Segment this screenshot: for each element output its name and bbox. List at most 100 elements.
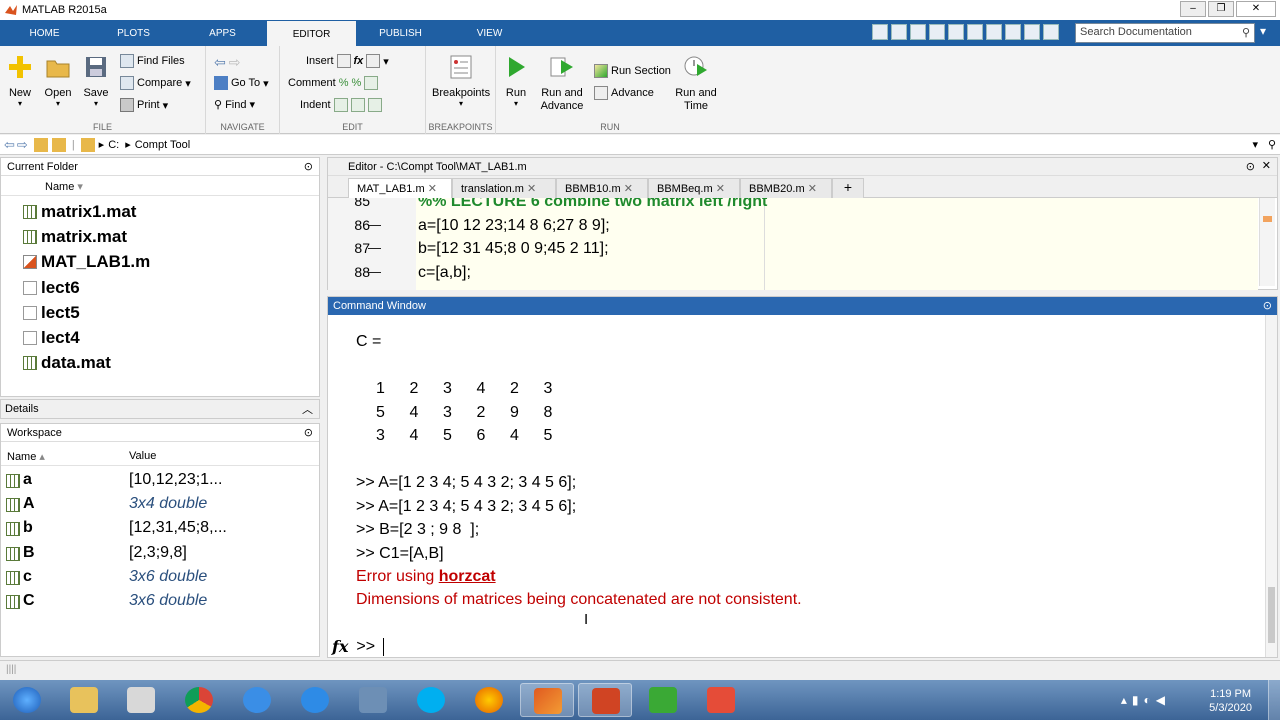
- tab-publish[interactable]: PUBLISH: [356, 20, 445, 46]
- workspace-row[interactable]: A 3x4 double: [1, 495, 319, 519]
- editor-tab[interactable]: translation.m ✕: [452, 178, 556, 198]
- workspace-row[interactable]: B [2,3;9,8]: [1, 544, 319, 568]
- close-editor-icon[interactable]: ✕: [1262, 159, 1271, 172]
- name-column-header[interactable]: Name ▴: [7, 450, 45, 463]
- command-prompt[interactable]: fx >>: [332, 637, 385, 656]
- taskbar-matlab[interactable]: [520, 683, 574, 717]
- comment-icon[interactable]: %: [339, 77, 349, 89]
- taskbar-network[interactable]: [346, 683, 400, 717]
- go-to-button[interactable]: Go To ▾: [214, 76, 269, 90]
- code-line[interactable]: 87— b=[12 31 45;8 0 9;45 2 11];: [328, 240, 1258, 264]
- redo-quick-icon[interactable]: [986, 24, 1002, 40]
- arrow-left-icon[interactable]: ⇦: [214, 54, 226, 71]
- line-number[interactable]: 87: [340, 240, 370, 256]
- open-button[interactable]: Open ▾: [38, 54, 78, 108]
- close-tab-icon[interactable]: ✕: [428, 183, 437, 195]
- insert-button[interactable]: Insert fx ▾: [306, 54, 389, 68]
- paste-quick-icon[interactable]: [948, 24, 964, 40]
- up-folder-icon[interactable]: [33, 137, 48, 152]
- details-panel[interactable]: Details ︿: [0, 399, 320, 419]
- breakpoint-marker[interactable]: —: [368, 240, 381, 255]
- taskbar-search[interactable]: [288, 683, 342, 717]
- search-documentation-input[interactable]: Search Documentation ⚲: [1075, 23, 1255, 43]
- file-item[interactable]: matrix1.mat: [23, 202, 136, 222]
- collapse-details-icon[interactable]: ︿: [302, 401, 313, 417]
- file-item[interactable]: lect5: [23, 303, 80, 323]
- tab-editor[interactable]: EDITOR: [267, 20, 356, 46]
- taskbar-chrome[interactable]: [172, 683, 226, 717]
- fx-button[interactable]: fx: [354, 55, 364, 67]
- command-scrollbar[interactable]: [1265, 315, 1277, 657]
- workspace-row[interactable]: C 3x6 double: [1, 592, 319, 616]
- file-item[interactable]: data.mat: [23, 353, 111, 373]
- line-number[interactable]: 86: [340, 217, 370, 233]
- run-button[interactable]: Run ▾: [496, 54, 536, 108]
- code-line[interactable]: 86— a=[10 12 23;14 8 6;27 8 9];: [328, 217, 1258, 241]
- taskbar-camtasia-green[interactable]: [636, 683, 690, 717]
- panel-menu-icon[interactable]: ⊙: [1246, 160, 1255, 173]
- insert-function-icon[interactable]: [366, 54, 381, 68]
- filter-icon[interactable]: ▾: [1260, 24, 1266, 38]
- close-button[interactable]: ✕: [1236, 1, 1276, 17]
- run-section-button[interactable]: Run Section: [594, 64, 671, 78]
- editor-tab[interactable]: BBMBeq.m ✕: [648, 178, 740, 198]
- search-icon[interactable]: ⚲: [1242, 26, 1250, 39]
- tab-plots[interactable]: PLOTS: [89, 20, 178, 46]
- comment-button[interactable]: Comment%%: [288, 76, 379, 90]
- horzcat-link[interactable]: horzcat: [439, 568, 496, 585]
- tab-view[interactable]: VIEW: [445, 20, 534, 46]
- restore-button[interactable]: ❐: [1208, 1, 1234, 17]
- code-area[interactable]: 85 %% LECTURE 6 combine two matrix left /…: [328, 198, 1258, 290]
- browse-folder-icon[interactable]: [51, 137, 66, 152]
- decrease-indent-icon[interactable]: [367, 98, 382, 112]
- breakpoint-marker[interactable]: —: [368, 217, 381, 232]
- copy-quick-icon[interactable]: [929, 24, 945, 40]
- new-tab-button[interactable]: +: [832, 178, 864, 198]
- advance-button[interactable]: Advance: [594, 86, 654, 100]
- file-item[interactable]: lect6: [23, 278, 80, 298]
- taskbar-powerpoint[interactable]: [578, 683, 632, 717]
- value-column-header[interactable]: Value: [129, 450, 156, 462]
- print-button[interactable]: Print ▾: [120, 98, 168, 112]
- tab-home[interactable]: HOME: [0, 20, 89, 46]
- code-line[interactable]: 85 %% LECTURE 6 combine two matrix left /…: [328, 198, 1258, 217]
- cut-quick-icon[interactable]: [910, 24, 926, 40]
- tab-apps[interactable]: APPS: [178, 20, 267, 46]
- path-folder[interactable]: Compt Tool: [135, 139, 190, 151]
- taskbar-firefox[interactable]: [462, 683, 516, 717]
- minimize-button[interactable]: –: [1180, 1, 1206, 17]
- switch-windows-icon[interactable]: [1005, 24, 1021, 40]
- find-files-button[interactable]: Find Files: [120, 54, 185, 68]
- close-tab-icon[interactable]: ✕: [808, 183, 817, 195]
- indent-button[interactable]: Indent: [300, 98, 382, 112]
- editor-tab[interactable]: BBMB20.m ✕: [740, 178, 832, 198]
- close-tab-icon[interactable]: ✕: [527, 183, 536, 195]
- forward-icon[interactable]: ⇨: [17, 137, 28, 153]
- workspace-row[interactable]: c 3x6 double: [1, 568, 319, 592]
- file-item[interactable]: MAT_LAB1.m: [23, 252, 150, 272]
- save-quick-icon[interactable]: [891, 24, 907, 40]
- new-button[interactable]: New ▾: [0, 54, 40, 108]
- arrow-right-icon[interactable]: ⇨: [229, 54, 241, 71]
- quick-access-icon[interactable]: [872, 24, 888, 40]
- close-tab-icon[interactable]: ✕: [716, 183, 725, 195]
- undo-quick-icon[interactable]: [967, 24, 983, 40]
- taskbar-media[interactable]: [114, 683, 168, 717]
- uncomment-icon[interactable]: %: [351, 77, 361, 89]
- scroll-thumb[interactable]: [1268, 587, 1275, 643]
- taskbar-clock[interactable]: 1:19 PM 5/3/2020: [1209, 687, 1252, 715]
- panel-menu-icon[interactable]: ⊙: [304, 426, 313, 439]
- taskbar-ie[interactable]: [230, 683, 284, 717]
- help-quick-icon[interactable]: [1024, 24, 1040, 40]
- start-button[interactable]: [0, 683, 54, 717]
- panel-menu-icon[interactable]: ⊙: [1263, 299, 1272, 312]
- path-dropdown-icon[interactable]: ▾: [1252, 138, 1258, 151]
- close-tab-icon[interactable]: ✕: [624, 183, 633, 195]
- code-line[interactable]: 88— c=[a,b];: [328, 264, 1258, 288]
- run-and-advance-button[interactable]: Run and Advance: [538, 54, 586, 113]
- run-and-time-button[interactable]: Run and Time: [672, 54, 720, 113]
- find-button[interactable]: ⚲ Find ▾: [214, 98, 255, 112]
- command-window[interactable]: Command Window ⊙ C = 123423543298345645 …: [327, 296, 1278, 658]
- file-item[interactable]: matrix.mat: [23, 227, 127, 247]
- breakpoints-button[interactable]: Breakpoints ▾: [432, 54, 490, 108]
